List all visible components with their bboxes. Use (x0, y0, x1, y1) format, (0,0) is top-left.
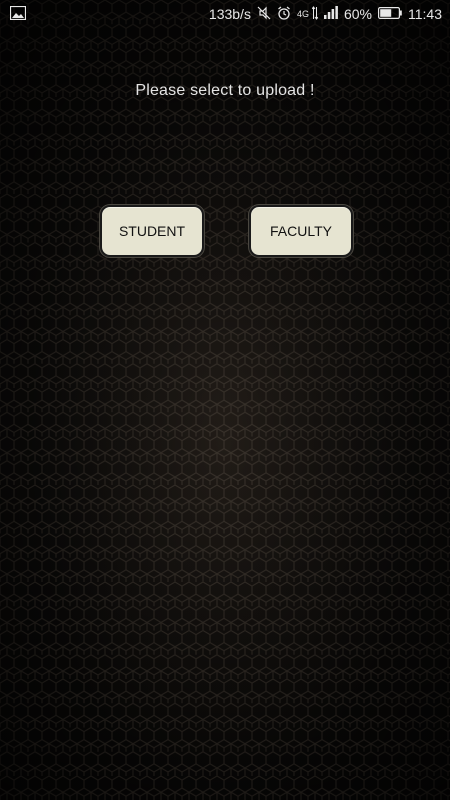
app-screen: 133b/s 4G 60% 11:43 Please select to upl… (0, 0, 450, 800)
battery-icon (378, 6, 402, 22)
network-speed: 133b/s (208, 6, 251, 22)
clock-time: 11:43 (408, 6, 442, 22)
faculty-button[interactable]: FACULTY (249, 205, 353, 257)
image-icon (9, 5, 27, 21)
status-bar: 133b/s 4G 60% 11:43 (0, 0, 450, 28)
status-bar-right: 133b/s 4G 60% 11:43 (209, 0, 442, 28)
upload-prompt: Please select to upload ! (135, 82, 315, 99)
hex-mesh-background (0, 0, 450, 800)
battery-percent: 60% (343, 6, 372, 22)
signal-icon (323, 6, 338, 22)
mute-icon (257, 6, 271, 23)
student-button[interactable]: STUDENT (100, 205, 204, 257)
alarm-icon (277, 6, 291, 23)
data-arrows-icon (311, 5, 319, 23)
network-type: 4G (296, 9, 309, 19)
